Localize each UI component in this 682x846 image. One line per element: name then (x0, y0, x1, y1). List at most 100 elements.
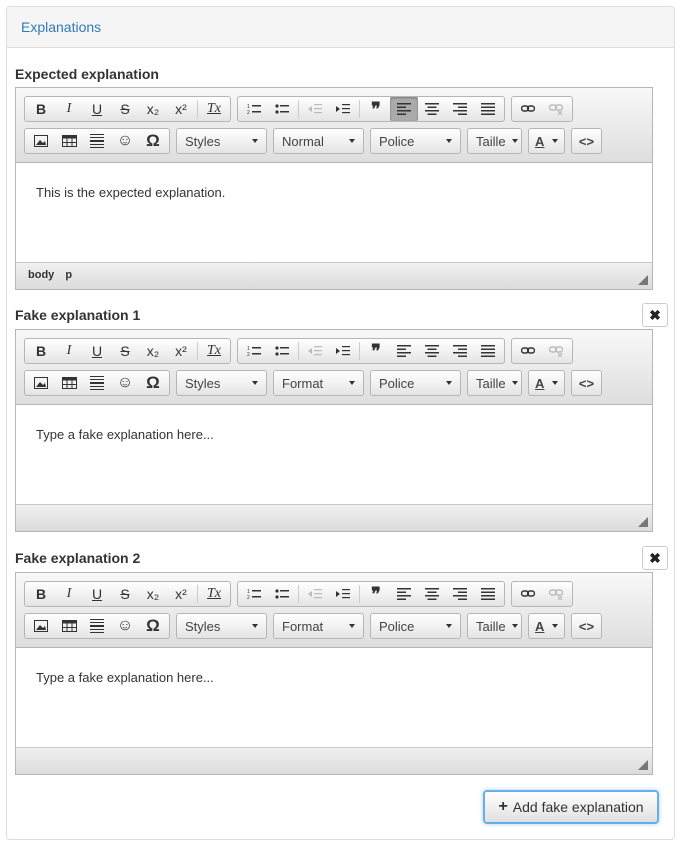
numbered-list-button[interactable]: 12 (240, 98, 268, 120)
smiley-button[interactable]: ☺ (111, 615, 139, 637)
justify-button[interactable] (474, 340, 502, 362)
align-left-button[interactable] (390, 97, 418, 121)
special-char-button[interactable]: Ω (139, 615, 167, 637)
table-button[interactable] (55, 615, 83, 637)
align-center-button[interactable] (418, 98, 446, 120)
blockquote-button[interactable]: ❞ (362, 98, 390, 120)
path-p[interactable]: p (65, 269, 72, 281)
styles-combo[interactable]: Styles (176, 128, 267, 154)
align-right-button[interactable] (446, 98, 474, 120)
bold-button[interactable]: B (27, 98, 55, 120)
source-button[interactable]: <> (571, 613, 602, 639)
align-right-icon (453, 588, 467, 600)
resize-handle-icon[interactable] (638, 517, 648, 527)
bold-button[interactable]: B (27, 340, 55, 362)
superscript-button[interactable]: x² (167, 340, 195, 362)
smiley-button[interactable]: ☺ (111, 372, 139, 394)
align-left-button[interactable] (390, 340, 418, 362)
bold-button[interactable]: B (27, 583, 55, 605)
remove-format-button[interactable]: Tx (200, 340, 228, 362)
strikethrough-button[interactable]: S (111, 98, 139, 120)
align-right-button[interactable] (446, 340, 474, 362)
table-button[interactable] (55, 372, 83, 394)
align-center-button[interactable] (418, 340, 446, 362)
bulleted-list-button[interactable] (268, 583, 296, 605)
special-char-button[interactable]: Ω (139, 372, 167, 394)
bulleted-list-button[interactable] (268, 98, 296, 120)
unlink-button[interactable] (542, 340, 570, 362)
horizontal-rule-button[interactable] (83, 372, 111, 394)
size-combo[interactable]: Taille (467, 370, 522, 396)
source-button[interactable]: <> (571, 128, 602, 154)
align-right-button[interactable] (446, 583, 474, 605)
align-center-icon (425, 345, 439, 357)
indent-button[interactable] (329, 98, 357, 120)
blockquote-button[interactable]: ❞ (362, 340, 390, 362)
image-button[interactable] (27, 130, 55, 152)
remove-format-button[interactable]: Tx (200, 98, 228, 120)
table-button[interactable] (55, 130, 83, 152)
italic-button[interactable]: I (55, 98, 83, 120)
image-button[interactable] (27, 372, 55, 394)
superscript-button[interactable]: x² (167, 583, 195, 605)
resize-handle-icon[interactable] (638, 275, 648, 285)
subscript-button[interactable]: x₂ (139, 340, 167, 362)
smiley-button[interactable]: ☺ (111, 130, 139, 152)
editor-content[interactable]: Type a fake explanation here... (16, 405, 652, 504)
subscript-button[interactable]: x₂ (139, 583, 167, 605)
link-button[interactable] (514, 340, 542, 362)
text-color-button[interactable]: A (528, 128, 565, 154)
superscript-button[interactable]: x² (167, 98, 195, 120)
underline-button[interactable]: U (83, 98, 111, 120)
italic-button[interactable]: I (55, 583, 83, 605)
italic-button[interactable]: I (55, 340, 83, 362)
align-left-button[interactable] (390, 583, 418, 605)
editor-content[interactable]: This is the expected explanation. (16, 163, 652, 262)
styles-combo[interactable]: Styles (176, 370, 267, 396)
underline-button[interactable]: U (83, 583, 111, 605)
format-combo[interactable]: Normal (273, 128, 364, 154)
path-body[interactable]: body (28, 269, 54, 281)
subscript-button[interactable]: x₂ (139, 98, 167, 120)
justify-button[interactable] (474, 98, 502, 120)
resize-handle-icon[interactable] (638, 760, 648, 770)
numbered-list-button[interactable]: 12 (240, 340, 268, 362)
special-char-button[interactable]: Ω (139, 130, 167, 152)
underline-button[interactable]: U (83, 340, 111, 362)
outdent-button[interactable] (301, 340, 329, 362)
font-combo[interactable]: Police (370, 370, 461, 396)
link-button[interactable] (514, 583, 542, 605)
justify-button[interactable] (474, 583, 502, 605)
unlink-button[interactable] (542, 98, 570, 120)
text-color-button[interactable]: A (528, 370, 565, 396)
font-combo[interactable]: Police (370, 128, 461, 154)
format-combo[interactable]: Format (273, 370, 364, 396)
numbered-list-button[interactable]: 12 (240, 583, 268, 605)
indent-button[interactable] (329, 583, 357, 605)
size-combo[interactable]: Taille (467, 128, 522, 154)
horizontal-rule-button[interactable] (83, 615, 111, 637)
remove-format-button[interactable]: Tx (200, 583, 228, 605)
format-combo[interactable]: Format (273, 613, 364, 639)
remove-fake-explanation-2-button[interactable]: ✖ (642, 546, 668, 570)
outdent-button[interactable] (301, 98, 329, 120)
add-fake-explanation-button[interactable]: + Add fake explanation (483, 790, 659, 824)
bulleted-list-button[interactable] (268, 340, 296, 362)
strikethrough-button[interactable]: S (111, 583, 139, 605)
blockquote-button[interactable]: ❞ (362, 583, 390, 605)
horizontal-rule-button[interactable] (83, 130, 111, 152)
indent-button[interactable] (329, 340, 357, 362)
size-combo[interactable]: Taille (467, 613, 522, 639)
styles-combo[interactable]: Styles (176, 613, 267, 639)
editor-content[interactable]: Type a fake explanation here... (16, 648, 652, 747)
align-center-button[interactable] (418, 583, 446, 605)
text-color-button[interactable]: A (528, 613, 565, 639)
remove-fake-explanation-1-button[interactable]: ✖ (642, 303, 668, 327)
unlink-button[interactable] (542, 583, 570, 605)
image-button[interactable] (27, 615, 55, 637)
strikethrough-button[interactable]: S (111, 340, 139, 362)
link-button[interactable] (514, 98, 542, 120)
outdent-button[interactable] (301, 583, 329, 605)
source-button[interactable]: <> (571, 370, 602, 396)
font-combo[interactable]: Police (370, 613, 461, 639)
